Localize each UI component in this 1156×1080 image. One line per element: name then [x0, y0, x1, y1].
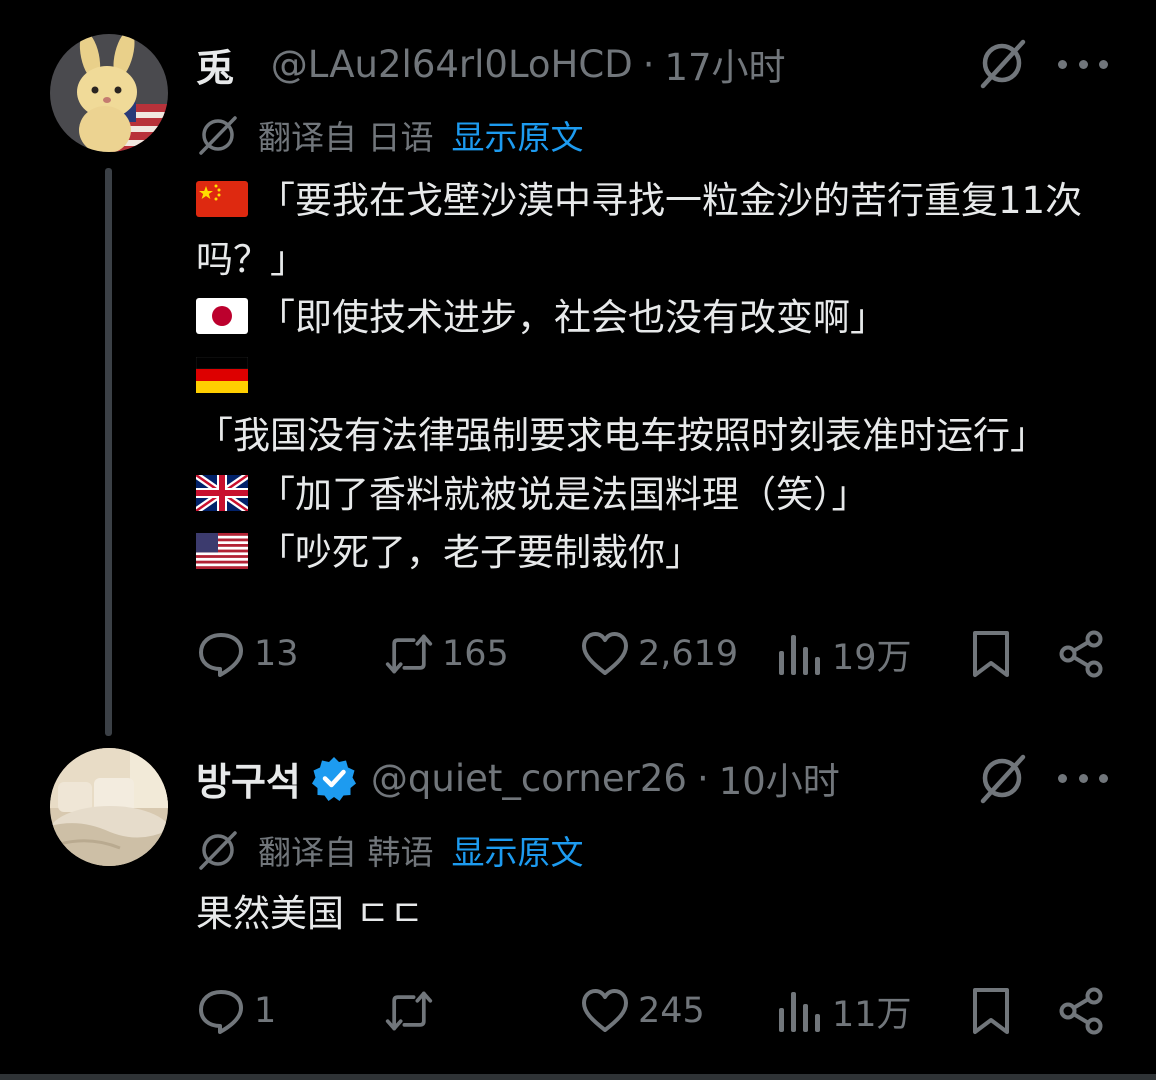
tweet-2-actions: 1 245 11万: [196, 983, 1106, 1039]
translated-from-label: 翻译自 日语: [258, 118, 434, 157]
like-count: 245: [638, 991, 705, 1031]
share-icon: [1059, 987, 1103, 1035]
tweet-2-header: 방구석 @quiet_corner26 · 10小时: [196, 750, 840, 806]
show-original-link[interactable]: 显示原文: [452, 826, 584, 874]
like-count: 2,619: [638, 634, 739, 674]
more-icon[interactable]: [1058, 763, 1108, 793]
thread-connector-line: [105, 168, 112, 736]
tweet-1-body: 「要我在戈壁沙漠中寻找一粒金沙的苦行重复11次吗？」 「即使技术进步，社会也没有…: [196, 172, 1096, 583]
retweet-icon: [385, 991, 433, 1031]
like-button[interactable]: 245: [580, 983, 705, 1039]
author-name[interactable]: 방구석: [196, 751, 301, 806]
bookmark-button[interactable]: [966, 983, 1016, 1039]
reply-icon: [199, 633, 243, 677]
separator-dot: ·: [642, 42, 655, 86]
share-button[interactable]: [1056, 983, 1106, 1039]
verified-badge-icon[interactable]: [311, 755, 357, 801]
views-icon: [779, 635, 820, 675]
uk-flag-icon: [196, 474, 248, 511]
author-handle[interactable]: @LAu2l64rl0LoHCD: [271, 43, 633, 86]
reply-button[interactable]: 13: [196, 626, 299, 682]
tweet-line-text: 「吵死了，老子要制裁你」: [258, 531, 702, 575]
usa-flag-icon: [196, 533, 248, 570]
retweet-count: 165: [442, 634, 509, 674]
post-time[interactable]: 10小时: [719, 751, 840, 805]
translated-from-label: 翻译自 韩语: [258, 833, 434, 872]
reply-button[interactable]: 1: [196, 983, 276, 1039]
bookmark-button[interactable]: [966, 626, 1016, 682]
retweet-icon: [385, 634, 433, 674]
author-handle[interactable]: @quiet_corner26: [371, 757, 687, 800]
reply-icon: [199, 990, 243, 1034]
bookmark-icon: [973, 988, 1009, 1034]
translation-notice: 翻译自 韩语 显示原文: [196, 825, 584, 875]
views-button[interactable]: 11万: [774, 983, 912, 1039]
avatar-rabbit[interactable]: [50, 34, 168, 152]
tweet-line-usa: 「吵死了，老子要制裁你」: [196, 524, 1096, 583]
more-icon[interactable]: [1058, 49, 1108, 79]
japan-flag-icon: [196, 298, 248, 335]
like-icon: [582, 632, 628, 675]
reply-count: 1: [254, 991, 277, 1031]
views-button[interactable]: 19万: [774, 626, 912, 682]
tweet-line-japan: 「即使技术进步，社会也没有改变啊」: [196, 289, 1096, 348]
germany-flag-icon: [196, 357, 248, 394]
like-icon: [582, 989, 628, 1032]
translate-icon: [199, 116, 237, 155]
views-count: 19万: [832, 637, 912, 678]
tweet-line-text: 「加了香料就被说是法国料理（笑）」: [258, 472, 869, 516]
separator-dot: ·: [696, 756, 709, 800]
views-count: 11万: [832, 994, 912, 1035]
retweet-button[interactable]: 165: [384, 626, 509, 682]
tweet-line-text: 「要我在戈壁沙漠中寻找一粒金沙的苦行重复11次吗？」: [196, 179, 1083, 281]
tweet-line-text: 「即使技术进步，社会也没有改变啊」: [258, 296, 887, 340]
reply-count: 13: [254, 634, 299, 674]
bookmark-icon: [973, 631, 1009, 677]
author-name[interactable]: 兎: [196, 37, 257, 92]
views-icon: [779, 992, 820, 1032]
tweet-line-text: 「我国没有法律强制要求电车按照时刻表准时运行」: [196, 413, 1047, 457]
china-flag-icon: [196, 181, 248, 217]
grok-icon[interactable]: [975, 751, 1029, 805]
post-time[interactable]: 17小时: [664, 37, 785, 91]
tweet-line-china: 「要我在戈壁沙漠中寻找一粒金沙的苦行重复11次吗？」: [196, 172, 1096, 289]
bottom-divider: [0, 1074, 1156, 1080]
grok-icon[interactable]: [975, 36, 1029, 90]
translation-notice: 翻译自 日语 显示原文: [196, 110, 584, 160]
tweet-2-body: 果然美国 ㄷㄷ: [196, 885, 1096, 944]
translate-icon: [199, 831, 237, 870]
retweet-button[interactable]: [384, 983, 442, 1039]
avatar-bed[interactable]: [50, 748, 168, 866]
show-original-link[interactable]: 显示原文: [452, 111, 584, 159]
share-icon: [1059, 630, 1103, 678]
like-button[interactable]: 2,619: [580, 626, 738, 682]
tweet-line-germany: 「我国没有法律强制要求电车按照时刻表准时运行」: [196, 348, 1096, 465]
tweet-1-header: 兎 @LAu2l64rl0LoHCD · 17小时: [196, 36, 786, 92]
share-button[interactable]: [1056, 626, 1106, 682]
tweet-1-actions: 13 165 2,619 19万: [196, 626, 1106, 682]
tweet-line-text: 果然美国 ㄷㄷ: [196, 892, 424, 935]
tweet-line-uk: 「加了香料就被说是法国料理（笑）」: [196, 466, 1096, 525]
